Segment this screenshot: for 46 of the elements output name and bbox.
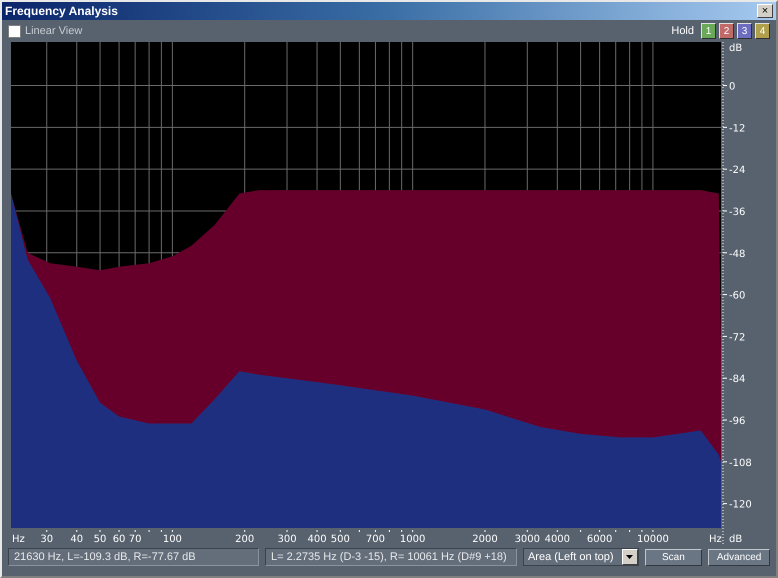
hold-slot-button[interactable]: 1 [701, 23, 716, 39]
x-tick-label: 1000 [400, 534, 426, 545]
linear-view-label: Linear View [25, 25, 82, 37]
display-mode-select[interactable]: Area (Left on top) [522, 548, 638, 566]
x-tick-label: 3000 [514, 534, 540, 545]
hold-label: Hold [671, 25, 694, 37]
x-tick-label: 300 [277, 534, 297, 545]
x-tick-label: 10000 [637, 534, 669, 545]
y-unit-label: dB [729, 43, 742, 54]
hold-slot-button[interactable]: 3 [737, 23, 752, 39]
y-tick-label: -120 [729, 500, 752, 511]
advanced-button[interactable]: Advanced [708, 548, 770, 566]
y-tick-label: -108 [729, 458, 752, 469]
y-tick-label: 0 [729, 82, 736, 93]
hold-slot-button[interactable]: 2 [719, 23, 734, 39]
x-tick-label: 400 [308, 534, 327, 545]
y-tick-label: -36 [729, 206, 746, 218]
x-unit-label: Hz [12, 534, 25, 545]
close-button[interactable]: × [757, 4, 773, 18]
x-tick-label: 70 [128, 534, 142, 545]
x-tick-label: 500 [330, 534, 350, 545]
x-tick-label: 30 [40, 534, 54, 545]
peak-readout: L= 2.2735 Hz (D-3 -15), R= 10061 Hz (D#9 +18) [264, 548, 517, 566]
y-unit-label: dB [729, 534, 742, 545]
x-tick-label: 2000 [472, 534, 498, 545]
y-tick-label: -60 [729, 290, 746, 302]
x-tick-label: 6000 [586, 534, 612, 545]
x-tick-label: 100 [162, 534, 182, 545]
x-tick-label: 50 [94, 534, 106, 545]
hold-slot-button[interactable]: 4 [755, 23, 770, 39]
x-tick-label: 4000 [544, 534, 570, 545]
y-tick-label: -72 [729, 332, 746, 344]
y-tick-label: -96 [729, 416, 746, 427]
cursor-readout: 21630 Hz, L=-109.3 dB, R=-77.67 dB [8, 548, 259, 566]
x-tick-label: 200 [235, 534, 254, 545]
x-tick-label: 40 [70, 534, 84, 545]
y-tick-label: -24 [729, 165, 746, 176]
y-tick-label: -12 [729, 123, 746, 134]
x-unit-label: Hz [709, 534, 722, 545]
window-title: Frequency Analysis [5, 4, 118, 18]
scan-button[interactable]: Scan [644, 548, 702, 566]
y-tick-label: -84 [729, 374, 746, 386]
x-tick-label: 700 [366, 534, 385, 545]
linear-view-checkbox[interactable] [8, 24, 21, 38]
y-tick-label: -48 [729, 248, 746, 260]
x-tick-label: 60 [112, 534, 126, 545]
